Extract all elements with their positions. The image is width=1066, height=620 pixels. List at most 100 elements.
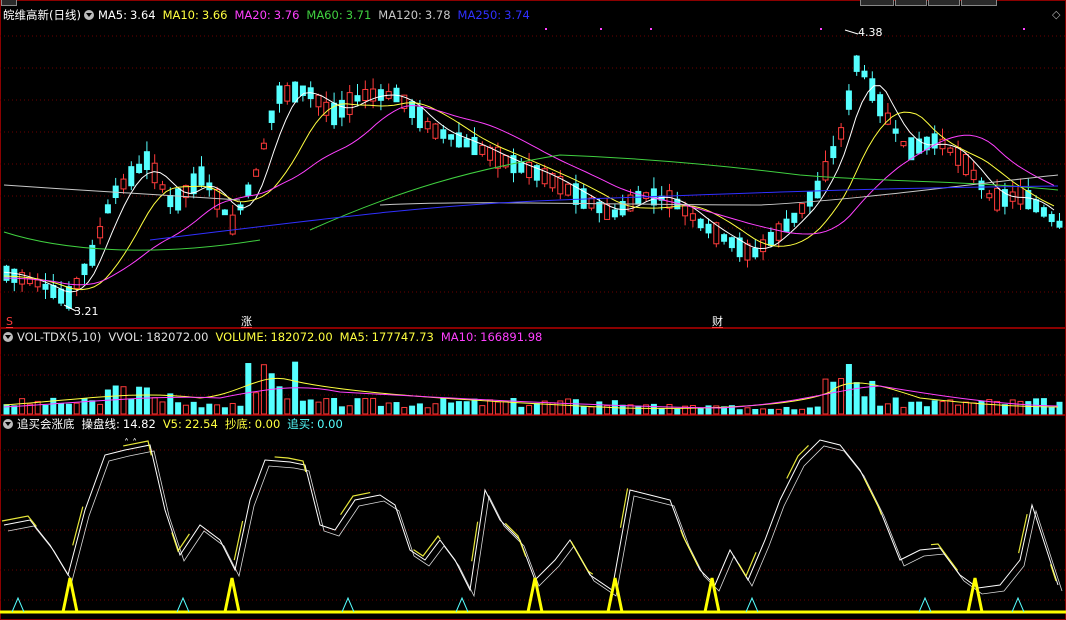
candle-body: [354, 95, 361, 102]
volume-bar: [346, 405, 353, 415]
chevron-down-icon[interactable]: [3, 419, 13, 429]
volume-bar: [916, 401, 923, 415]
toolbar-button[interactable]: [961, 0, 997, 6]
candle-body: [338, 99, 345, 118]
ma-value: 3.64: [129, 8, 156, 22]
volume-bar: [1040, 398, 1047, 415]
candle-body: [806, 191, 813, 207]
volume-bar: [463, 401, 470, 415]
volume-bar: [814, 406, 821, 415]
candle-body: [487, 146, 494, 161]
candle-body: [799, 203, 806, 214]
marker-zhang[interactable]: 涨: [241, 316, 252, 328]
volume-bar: [736, 409, 743, 415]
volume-bar: [931, 400, 938, 415]
candle-body: [721, 234, 728, 242]
candle-body: [962, 153, 969, 176]
ma-value: 3.66: [201, 8, 228, 22]
volume-bar: [853, 382, 860, 415]
volume-item-value: 177747.73: [371, 330, 434, 344]
volume-bar: [34, 400, 41, 415]
volume-bar: [744, 407, 751, 415]
indicator-item-value: 22.54: [184, 417, 218, 431]
candle-body: [276, 85, 283, 104]
volume-bar: [580, 405, 587, 415]
candle-body: [744, 243, 751, 261]
candle-body: [362, 88, 369, 102]
toolbar-button[interactable]: [860, 0, 894, 6]
toolbar-button[interactable]: [895, 0, 927, 6]
volume-bar: [120, 386, 127, 415]
signal-dot: [650, 28, 652, 30]
candle-body: [416, 106, 423, 129]
candle-body: [463, 138, 470, 148]
ma-value: 3.78: [424, 8, 451, 22]
chevron-down-icon[interactable]: [83, 10, 94, 20]
candle-body: [900, 141, 907, 147]
volume-indicator-name: VOL-TDX(5,10): [17, 330, 102, 344]
volume-bar: [448, 402, 455, 415]
volume-bar: [565, 398, 572, 415]
volume-bar: [331, 397, 338, 415]
volume-bar: [619, 404, 626, 415]
candle-body: [104, 204, 111, 214]
candle-body: [814, 180, 821, 199]
toolbar-button[interactable]: [928, 0, 960, 6]
volume-bar: [237, 405, 244, 415]
candle-body: [830, 146, 837, 159]
candle-body: [424, 121, 431, 130]
volume-bar: [650, 403, 657, 415]
volume-bar: [401, 406, 408, 415]
volume-bar: [214, 404, 221, 415]
volume-bar: [81, 397, 88, 415]
candle-body: [752, 247, 759, 258]
signal-dot: [545, 28, 547, 30]
chase-signal-triangle: [176, 596, 190, 613]
buy-signal-spike: [703, 577, 721, 613]
volume-bar: [245, 363, 252, 415]
marker-s[interactable]: S: [6, 316, 13, 328]
candle-body: [159, 184, 166, 190]
candle-body: [767, 231, 774, 246]
volume-bar: [393, 402, 400, 415]
volume-bar: [409, 405, 416, 415]
indicator-item-label: 追买:: [287, 417, 315, 431]
volume-bar: [947, 399, 954, 415]
volume-bar: [299, 400, 306, 415]
chevron-down-icon[interactable]: [3, 332, 13, 342]
volume-bar: [479, 405, 486, 415]
volume-bar: [775, 408, 782, 415]
candle-body: [432, 123, 439, 139]
candle-body: [1040, 207, 1047, 217]
volume-bar: [978, 400, 985, 415]
volume-bar: [370, 397, 377, 415]
indicator-item-value: 0.00: [317, 417, 343, 431]
candle-body: [604, 203, 611, 220]
volume-item-label: VVOL:: [108, 330, 144, 344]
volume-bar: [89, 400, 96, 415]
ma-label: MA20:: [234, 8, 271, 22]
marker-cai[interactable]: 财: [712, 316, 723, 328]
diamond-icon[interactable]: ◇: [1052, 8, 1060, 22]
volume-bar: [3, 404, 10, 415]
candle-body: [877, 94, 884, 117]
volume-bar: [830, 381, 837, 415]
volume-bar: [198, 407, 205, 415]
volume-bar: [284, 398, 291, 415]
volume-bar: [635, 405, 642, 415]
candle-body: [970, 169, 977, 181]
candle-body: [986, 193, 993, 199]
volume-item-label: MA10:: [440, 330, 478, 344]
toolbar-button[interactable]: [1, 0, 17, 6]
candle-body: [448, 134, 455, 140]
candle-body: [611, 209, 618, 218]
volume-bar: [1001, 404, 1008, 415]
candle-body: [167, 194, 174, 208]
candle-body: [978, 180, 985, 191]
candle-body: [284, 85, 291, 102]
chart-canvas[interactable]: ˄ ˄: [0, 0, 1066, 620]
volume-bar: [994, 400, 1001, 415]
volume-bar: [338, 406, 345, 415]
ma-value: 3.74: [504, 8, 530, 22]
ma-label: MA60:: [306, 8, 343, 22]
